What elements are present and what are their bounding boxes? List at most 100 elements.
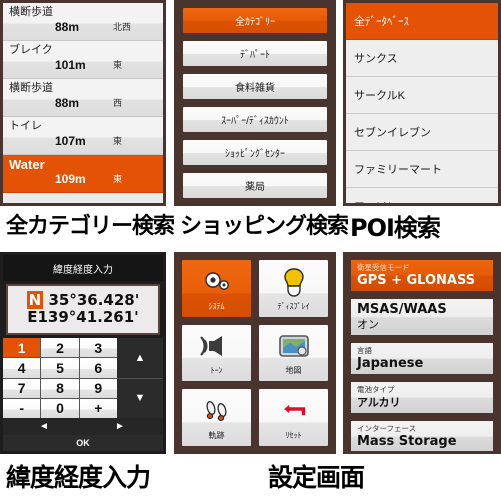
shopping-category-button[interactable]: 食料雑貨 bbox=[181, 72, 329, 101]
settings-row-label: インターフェース bbox=[357, 424, 417, 433]
device-frame: 全ｶﾃｺﾞﾘｰ ﾃﾞﾊﾟｰﾄ 食料雑貨 ｽｰﾊﾟｰ/ﾃﾞｨｽｶｳﾝﾄ ｼｮｯﾋﾟﾝｸﾞｾ… bbox=[174, 0, 336, 206]
shopping-category-button[interactable]: ﾃﾞﾊﾟｰﾄ bbox=[181, 39, 329, 68]
proximity-row[interactable]: 横断歩道 88m 西 bbox=[3, 79, 163, 117]
settings-grid-cell[interactable]: 地図 bbox=[257, 322, 330, 384]
arrow-down-button[interactable]: ▼ bbox=[117, 378, 163, 418]
settings-grid-cell[interactable]: 軌跡 bbox=[180, 387, 253, 448]
poi-name: 横断歩道 bbox=[9, 82, 53, 94]
panel-settings-list: 衛星受信モード GPS + GLONASS MSAS/WAAS オン言語 Japanes… bbox=[343, 252, 501, 454]
poi-distance: 107m bbox=[55, 134, 86, 148]
poi-database-row[interactable]: ファミリーマート bbox=[346, 151, 498, 188]
device-frame: ｼｽﾃﾑ ﾃﾞｨｽﾌﾟﾚｲ ﾄｰﾝ 地図軌跡 ﾘｾｯﾄ bbox=[174, 252, 336, 454]
keypad-key[interactable]: 3 bbox=[79, 338, 117, 358]
latlon-title: 緯度経度入力 bbox=[3, 255, 163, 281]
keypad-key[interactable]: 9 bbox=[79, 378, 117, 398]
settings-row[interactable]: 電池タイプ アルカリ bbox=[349, 380, 495, 415]
settings-row-label: 電池タイプ bbox=[357, 385, 395, 394]
footprints-icon bbox=[203, 394, 231, 428]
keypad-key[interactable]: + bbox=[79, 398, 117, 418]
keypad-key[interactable]: 6 bbox=[79, 358, 117, 378]
settings-cell-label: ﾘｾｯﾄ bbox=[285, 431, 302, 441]
keypad-key[interactable]: 7 bbox=[3, 378, 41, 398]
settings-cell-label: ﾃﾞｨｽﾌﾟﾚｲ bbox=[277, 301, 310, 311]
poi-database-list[interactable]: 全ﾃﾞｰﾀﾍﾞｰｽサンクスサークルKセブンイレブンファミリーマートローソン bbox=[346, 3, 498, 203]
poi-direction: 東 bbox=[113, 136, 123, 146]
reset-arrow-icon bbox=[279, 394, 309, 428]
scroll-arrows: ▲ ▼ bbox=[117, 338, 163, 418]
panel-all-category-search: 横断歩道 88m 北西 ブレイク 101m 東横断歩道 88m 西トイレ 107m 東 Water 1… bbox=[0, 0, 166, 206]
lightbulb-icon bbox=[283, 265, 305, 299]
settings-grid-cell[interactable]: ﾄｰﾝ bbox=[180, 322, 253, 384]
settings-row[interactable]: 言語 Japanese bbox=[349, 341, 495, 376]
ok-button[interactable]: OK bbox=[3, 435, 163, 451]
shopping-category-button[interactable]: ｽｰﾊﾟｰ/ﾃﾞｨｽｶｳﾝﾄ bbox=[181, 105, 329, 134]
arrow-right-button[interactable]: ► bbox=[115, 421, 125, 432]
settings-icon-grid[interactable]: ｼｽﾃﾑ ﾃﾞｨｽﾌﾟﾚｲ ﾄｰﾝ 地図軌跡 ﾘｾｯﾄ bbox=[177, 255, 333, 451]
poi-name: トイレ bbox=[9, 120, 42, 132]
keypad-key[interactable]: - bbox=[3, 398, 41, 418]
settings-row[interactable]: MSAS/WAAS オン bbox=[349, 297, 495, 337]
proximity-row[interactable]: Water 109m 東 bbox=[3, 155, 163, 193]
coordinate-display[interactable]: N 35°36.428' E139°41.261' bbox=[6, 284, 160, 335]
poi-meta: 88m 北西 bbox=[3, 20, 163, 36]
settings-cell-label: 軌跡 bbox=[208, 431, 225, 441]
shopping-category-buttons[interactable]: 全ｶﾃｺﾞﾘｰ ﾃﾞﾊﾟｰﾄ 食料雑貨 ｽｰﾊﾟｰ/ﾃﾞｨｽｶｳﾝﾄ ｼｮｯﾋﾟﾝｸﾞｾ… bbox=[177, 3, 333, 203]
poi-meta: 88m 西 bbox=[3, 96, 163, 112]
shopping-category-button[interactable]: 薬局 bbox=[181, 171, 329, 200]
poi-direction: 西 bbox=[113, 98, 123, 108]
poi-distance: 88m bbox=[55, 20, 80, 34]
poi-meta: 101m 東 bbox=[3, 58, 163, 74]
caption-all-category-search: 全カテゴリー検索 bbox=[6, 214, 175, 239]
shopping-category-button[interactable]: 全ｶﾃｺﾞﾘｰ bbox=[181, 6, 329, 35]
settings-value-list[interactable]: 衛星受信モード GPS + GLONASS MSAS/WAAS オン言語 Japanes… bbox=[346, 255, 498, 451]
settings-row[interactable]: インターフェース Mass Storage bbox=[349, 419, 495, 451]
proximity-row[interactable]: ブレイク 101m 東 bbox=[3, 41, 163, 79]
panel-latlon-input: 緯度経度入力 N 35°36.428' E139°41.261' 123 456 7… bbox=[0, 252, 166, 454]
map-icon bbox=[278, 329, 309, 363]
caption-shopping-search: ショッピング検索 bbox=[180, 214, 349, 239]
proximity-row[interactable]: トイレ 107m 東 bbox=[3, 117, 163, 155]
keypad-key[interactable]: 2 bbox=[41, 338, 79, 358]
keypad-key[interactable]: 4 bbox=[3, 358, 41, 378]
poi-distance: 101m bbox=[55, 58, 86, 72]
settings-row-value: アルカリ bbox=[357, 396, 401, 409]
poi-direction: 北西 bbox=[113, 22, 132, 32]
settings-row[interactable]: 衛星受信モード GPS + GLONASS bbox=[349, 258, 495, 293]
poi-database-row[interactable]: ローソン bbox=[346, 188, 498, 203]
panel-settings-grid: ｼｽﾃﾑ ﾃﾞｨｽﾌﾟﾚｲ ﾄｰﾝ 地図軌跡 ﾘｾｯﾄ bbox=[174, 252, 336, 454]
keypad-key[interactable]: 0 bbox=[41, 398, 79, 418]
settings-cell-label: ﾄｰﾝ bbox=[210, 366, 223, 376]
longitude-value: E139°41.261' bbox=[27, 308, 139, 326]
settings-grid-cell[interactable]: ﾃﾞｨｽﾌﾟﾚｲ bbox=[257, 258, 330, 319]
settings-grid-cell[interactable]: ﾘｾｯﾄ bbox=[257, 387, 330, 448]
settings-row-label: 言語 bbox=[357, 346, 372, 355]
device-screen: 緯度経度入力 N 35°36.428' E139°41.261' 123 456 7… bbox=[3, 255, 163, 451]
keypad-key[interactable]: 5 bbox=[41, 358, 79, 378]
proximity-list[interactable]: 横断歩道 88m 北西 ブレイク 101m 東横断歩道 88m 西トイレ 107m 東 Water 1… bbox=[3, 3, 163, 203]
left-right-bar[interactable]: ◄ ► bbox=[3, 418, 163, 435]
settings-row-value: MSAS/WAAS bbox=[357, 302, 447, 317]
poi-direction: 東 bbox=[113, 174, 123, 184]
poi-database-row[interactable]: セブンイレブン bbox=[346, 114, 498, 151]
numeric-keypad[interactable]: 1 2 3 4 5 6 7 8 9 -0 + bbox=[3, 338, 117, 418]
poi-database-row[interactable]: サークルK bbox=[346, 77, 498, 114]
device-frame: 全ﾃﾞｰﾀﾍﾞｰｽサンクスサークルKセブンイレブンファミリーマートローソン bbox=[343, 0, 501, 206]
arrow-up-button[interactable]: ▲ bbox=[117, 338, 163, 378]
keypad-key[interactable]: 1 bbox=[3, 338, 41, 358]
settings-row-label: 衛星受信モード bbox=[357, 263, 410, 272]
arrow-left-button[interactable]: ◄ bbox=[39, 421, 49, 432]
poi-distance: 88m bbox=[55, 96, 80, 110]
speaker-icon bbox=[199, 329, 234, 363]
caption-settings-screen: 設定画面 bbox=[268, 463, 365, 492]
caption-latlon-input: 緯度経度入力 bbox=[6, 463, 151, 492]
shopping-category-button[interactable]: ｼｮｯﾋﾟﾝｸﾞｾﾝﾀｰ bbox=[181, 138, 329, 167]
proximity-row[interactable]: 横断歩道 88m 北西 bbox=[3, 3, 163, 41]
settings-row-value: Mass Storage bbox=[357, 434, 457, 449]
poi-database-row[interactable]: 全ﾃﾞｰﾀﾍﾞｰｽ bbox=[346, 3, 498, 40]
keypad-key[interactable]: 8 bbox=[41, 378, 79, 398]
settings-grid-cell[interactable]: ｼｽﾃﾑ bbox=[180, 258, 253, 319]
device-screen: 横断歩道 88m 北西 ブレイク 101m 東横断歩道 88m 西トイレ 107m 東 Water 1… bbox=[3, 3, 163, 203]
settings-row-value: Japanese bbox=[357, 356, 424, 371]
poi-name: ブレイク bbox=[9, 44, 53, 56]
poi-database-row[interactable]: サンクス bbox=[346, 40, 498, 77]
